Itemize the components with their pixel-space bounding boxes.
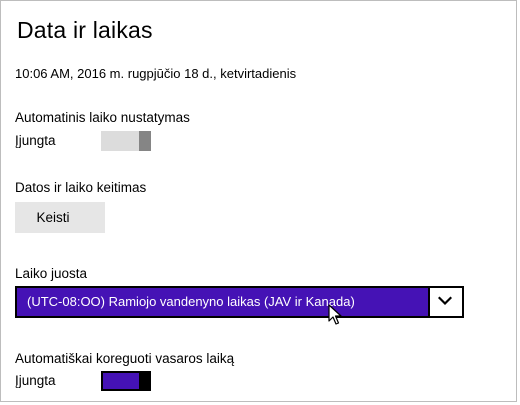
auto-time-toggle[interactable] — [101, 131, 151, 151]
dst-toggle[interactable] — [101, 371, 151, 391]
dst-state-label: Įjungta — [15, 373, 56, 388]
timezone-dropdown-button[interactable] — [428, 288, 462, 316]
settings-panel: Data ir laikas 10:06 AM, 2016 m. rugpjūč… — [0, 0, 517, 402]
auto-time-state-label: Įjungta — [15, 133, 56, 148]
chevron-down-icon — [438, 296, 452, 306]
change-datetime-label: Datos ir laiko keitimas — [15, 180, 147, 195]
auto-time-row: Įjungta — [15, 131, 215, 151]
toggle-thumb — [139, 131, 151, 151]
auto-time-label: Automatinis laiko nustatymas — [15, 110, 190, 125]
timezone-dropdown[interactable]: (UTC-08:OO) Ramiojo vandenyno laikas (JA… — [15, 286, 464, 318]
change-datetime-button-label: Keisti — [36, 210, 70, 225]
dst-row: Įjungta — [15, 371, 215, 391]
current-datetime: 10:06 AM, 2016 m. rugpjūčio 18 d., ketvi… — [15, 66, 297, 81]
toggle-thumb — [139, 371, 151, 391]
timezone-label: Laiko juosta — [15, 266, 88, 281]
dst-label: Automatiškai koreguoti vasaros laiką — [15, 351, 235, 366]
page-title: Data ir laikas — [17, 17, 153, 43]
change-datetime-button[interactable]: Keisti — [15, 202, 105, 233]
timezone-selected-value: (UTC-08:OO) Ramiojo vandenyno laikas (JA… — [27, 294, 355, 309]
